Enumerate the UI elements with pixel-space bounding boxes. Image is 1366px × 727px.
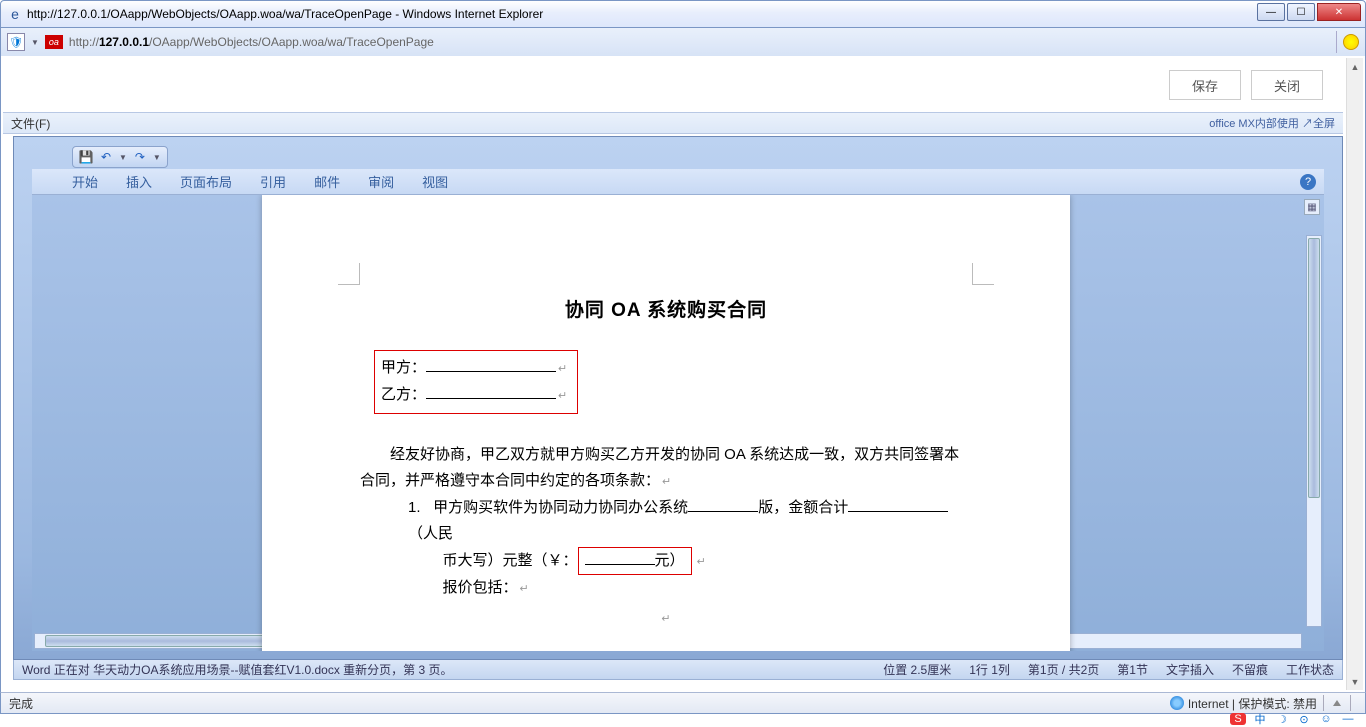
item1-text-b: 版，金额合计 [758, 499, 848, 516]
scrollbar-thumb[interactable] [1308, 238, 1320, 498]
redo-icon[interactable]: ↷ [133, 150, 147, 164]
tray-icon-4[interactable]: ⊙ [1296, 713, 1312, 725]
scroll-down-icon[interactable]: ▼ [1347, 673, 1363, 690]
paragraph-1a: 经友好协商，甲乙双方就甲方购买乙方开发的协同 OA 系统达成一致，双方共同签署本 [360, 442, 972, 468]
list-item-1: 1. 甲方购买软件为协同动力协同办公系统 版，金额合计 （人民 [408, 495, 972, 547]
document-content[interactable]: 协同 OA 系统购买合同 甲方：↵ 乙方：↵ 经友好协商，甲乙双方就甲方购买乙方… [360, 295, 972, 625]
ime-icon[interactable]: S [1230, 713, 1246, 725]
url-text[interactable]: http://127.0.0.1/OAapp/WebObjects/OAapp.… [69, 35, 1326, 49]
ribbon-tabs: 开始 插入 页面布局 引用 邮件 审阅 视图 ? [32, 169, 1324, 195]
help-icon[interactable]: ? [1300, 174, 1316, 190]
url-path: /OAapp/WebObjects/OAapp.woa/wa/TraceOpen… [149, 35, 434, 49]
party-b-line: 乙方：↵ [381, 382, 567, 409]
status-position[interactable]: 位置 2.5厘米 [883, 661, 951, 678]
maximize-button[interactable]: ☐ [1287, 3, 1315, 21]
ime-lang-icon[interactable]: 中 [1252, 713, 1268, 725]
amount-blank[interactable] [848, 498, 948, 512]
ruler-toggle-icon[interactable]: ▦ [1304, 199, 1320, 215]
paragraph-1b: 合同，并严格遵守本合同中约定的各项条款： [360, 472, 660, 489]
status-done: 完成 [9, 695, 33, 712]
party-a-line: 甲方：↵ [381, 355, 567, 382]
parties-highlight-box: 甲方：↵ 乙方：↵ [374, 350, 578, 414]
status-pages[interactable]: 第1页 / 共2页 [1028, 661, 1099, 678]
crop-mark [972, 263, 994, 285]
status-trace[interactable]: 不留痕 [1232, 661, 1268, 678]
editor-vertical-scrollbar[interactable] [1306, 235, 1322, 627]
status-indicator-icon[interactable] [1333, 700, 1341, 706]
tray-icon-6[interactable]: — [1340, 713, 1356, 725]
compat-view-icon[interactable] [1343, 34, 1359, 50]
tray-icon-moon[interactable]: ☽ [1274, 713, 1290, 725]
quick-access-toolbar: 💾 ↶ ▼ ↷ ▼ [32, 145, 1324, 169]
tab-review[interactable]: 审阅 [368, 172, 394, 191]
tab-home[interactable]: 开始 [72, 172, 98, 191]
page-actionbar: 保存 关闭 [3, 58, 1343, 112]
tab-layout[interactable]: 页面布局 [180, 172, 232, 191]
save-button[interactable]: 保存 [1169, 70, 1241, 100]
site-icon: oa [45, 35, 63, 49]
undo-dropdown-icon[interactable]: ▼ [119, 153, 127, 162]
addr-separator [1336, 31, 1337, 53]
status-workstate[interactable]: 工作状态 [1286, 661, 1334, 678]
page-vertical-scrollbar[interactable]: ▲ ▼ [1346, 58, 1363, 690]
document-page[interactable]: 协同 OA 系统购买合同 甲方：↵ 乙方：↵ 经友好协商，甲乙双方就甲方购买乙方… [262, 195, 1070, 651]
close-button[interactable]: ✕ [1317, 3, 1361, 21]
address-bar: 🛡 ▼ oa http://127.0.0.1/OAapp/WebObjects… [0, 28, 1366, 56]
party-a-blank[interactable] [426, 358, 556, 372]
word-status-bar: Word 正在对 华天动力OA系统应用场景--赋值套红V1.0.docx 重新分… [13, 660, 1343, 680]
status-repaginate: Word 正在对 华天动力OA系统应用场景--赋值套红V1.0.docx 重新分… [22, 661, 453, 678]
status-section[interactable]: 第1节 [1117, 661, 1148, 678]
item1-text-f: 报价包括： [443, 579, 518, 596]
item1-text-e: 元） [655, 552, 685, 569]
word-editor-frame: 💾 ↶ ▼ ↷ ▼ 开始 插入 页面布局 引用 邮件 审阅 视图 [13, 136, 1343, 660]
window-controls: — ☐ ✕ [1255, 3, 1361, 21]
ie-favicon: e [7, 6, 23, 22]
scroll-up-icon[interactable]: ▲ [1347, 58, 1363, 75]
paragraph-mark: ↵ [360, 612, 972, 625]
item1-text-d: 币大写）元整（￥： [443, 552, 578, 569]
status-zone[interactable]: Internet | 保护模式: 禁用 [1188, 695, 1317, 712]
tray-icon-5[interactable]: ☺ [1318, 713, 1334, 725]
globe-icon [1170, 696, 1184, 710]
ie-status-bar: 完成 Internet | 保护模式: 禁用 [0, 692, 1366, 714]
tab-mail[interactable]: 邮件 [314, 172, 340, 191]
document-area: ▦ 协同 OA 系统购买合同 甲方：↵ 乙方：↵ [32, 195, 1324, 651]
url-prefix: http:// [69, 35, 99, 49]
tab-view[interactable]: 视图 [422, 172, 448, 191]
window-title: http://127.0.0.1/OAapp/WebObjects/OAapp.… [27, 7, 543, 21]
item1-text-a: 甲方购买软件为协同动力协同办公系统 [433, 499, 688, 516]
version-blank[interactable] [688, 498, 758, 512]
crop-mark [338, 263, 360, 285]
close-page-button[interactable]: 关闭 [1251, 70, 1323, 100]
amount-highlight-box: 元） [578, 547, 692, 575]
list-item-1-line2: 币大写）元整（￥：元） ↵ [443, 547, 973, 575]
page-wrap: 保存 关闭 文件(F) office MX内部使用 ↗全屏 💾 ↶ ▼ ↷ ▼ [3, 58, 1343, 690]
page-menubar: 文件(F) office MX内部使用 ↗全屏 [3, 112, 1343, 134]
undo-icon[interactable]: ↶ [99, 150, 113, 164]
menubar-right-text[interactable]: office MX内部使用 ↗全屏 [1209, 115, 1335, 131]
tab-references[interactable]: 引用 [260, 172, 286, 191]
save-icon[interactable]: 💾 [79, 150, 93, 164]
doc-title: 协同 OA 系统购买合同 [360, 295, 972, 322]
amount-num-blank[interactable] [585, 551, 655, 565]
qat-customize-icon[interactable]: ▼ [153, 153, 161, 162]
tab-insert[interactable]: 插入 [126, 172, 152, 191]
file-menu[interactable]: 文件(F) [11, 115, 50, 132]
item1-text-c: （人民 [408, 525, 453, 542]
status-rowcol[interactable]: 1行 1列 [969, 661, 1010, 678]
browser-viewport: 保存 关闭 文件(F) office MX内部使用 ↗全屏 💾 ↶ ▼ ↷ ▼ [0, 56, 1366, 692]
party-a-label: 甲方： [381, 359, 426, 376]
item1-number: 1. [408, 495, 429, 521]
party-b-blank[interactable] [426, 385, 556, 399]
minimize-button[interactable]: — [1257, 3, 1285, 21]
party-b-label: 乙方： [381, 386, 426, 403]
system-tray: S 中 ☽ ⊙ ☺ — [0, 714, 1366, 724]
dropdown-icon[interactable]: ▼ [31, 38, 39, 47]
security-shield-icon[interactable]: 🛡 [7, 33, 25, 51]
url-host: 127.0.0.1 [99, 35, 149, 49]
window-titlebar: e http://127.0.0.1/OAapp/WebObjects/OAap… [0, 0, 1366, 28]
status-insert[interactable]: 文字插入 [1166, 661, 1214, 678]
list-item-1-line3: 报价包括：↵ [443, 575, 973, 602]
